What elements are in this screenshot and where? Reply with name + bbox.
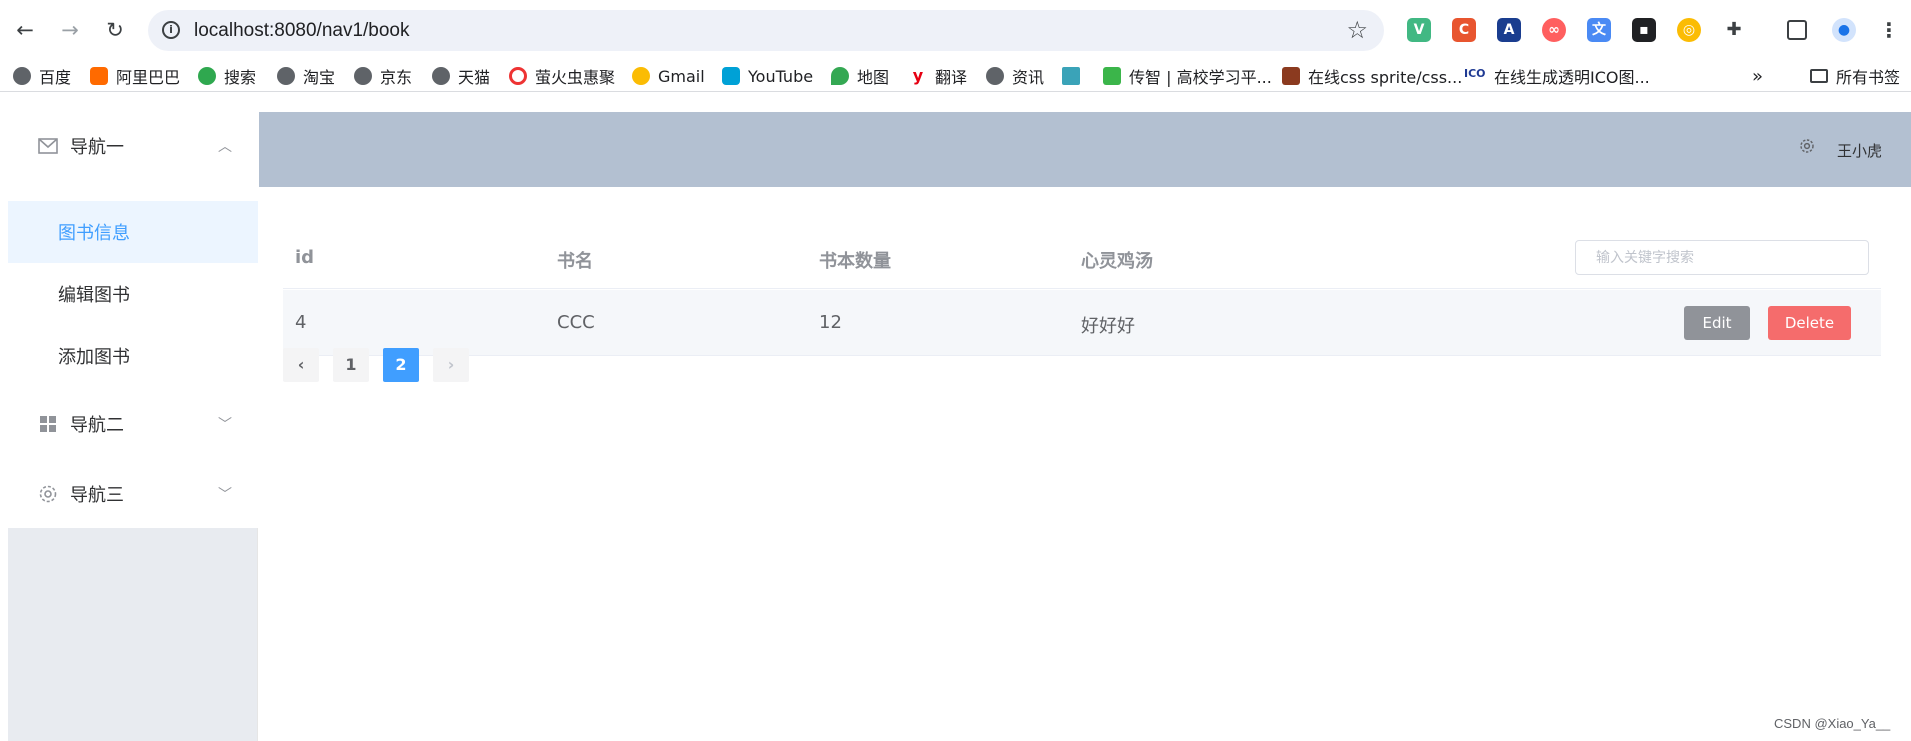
chevron-down-icon: ﹀	[218, 417, 232, 433]
bookmark-item[interactable]: 萤火虫惠聚	[509, 65, 615, 87]
edit-button[interactable]: Edit	[1684, 306, 1750, 340]
bilibili-icon	[722, 67, 740, 85]
extension-a-icon[interactable]: A	[1497, 18, 1521, 42]
bookmark-item[interactable]: 在线css sprite/css...	[1282, 65, 1462, 87]
app-container: 导航一 ︿ 图书信息 编辑图书 添加图书 导航二 ﹀ 导航三 ﹀ 王小虎 id …	[8, 112, 1911, 741]
folder-icon	[1810, 69, 1828, 83]
column-header-id: id	[295, 247, 315, 268]
cell-name: CCC	[557, 312, 595, 333]
submenu-nav2-label: 导航二	[70, 415, 124, 436]
firefly-icon	[509, 67, 527, 85]
globe-icon	[986, 67, 1004, 85]
bookmark-item[interactable]: 天猫	[432, 65, 490, 87]
url-text[interactable]: localhost:8080/nav1/book	[194, 20, 410, 42]
cell-count: 12	[819, 312, 842, 333]
bookmark-item[interactable]: 百度	[13, 65, 71, 87]
extensions-puzzle-icon[interactable]: ✚	[1722, 18, 1746, 42]
leaf-icon	[1062, 67, 1080, 85]
profile-avatar-icon[interactable]: ●	[1832, 18, 1856, 42]
extension-c-icon[interactable]: C	[1452, 18, 1476, 42]
side-menu: 导航一 ︿ 图书信息 编辑图书 添加图书 导航二 ﹀ 导航三 ﹀	[8, 112, 258, 528]
column-header-count: 书本数量	[819, 251, 891, 272]
bookmarks-overflow-button[interactable]: »	[1752, 65, 1763, 87]
next-page-button[interactable]: ›	[433, 348, 469, 382]
cell-id: 4	[295, 312, 307, 333]
submenu-nav2[interactable]: 导航二 ﹀	[8, 390, 258, 458]
translate-icon[interactable]: 文	[1587, 18, 1611, 42]
side-panel-icon[interactable]	[1787, 20, 1807, 40]
bookmark-item[interactable]	[1062, 65, 1080, 87]
main-content: 王小虎 id 书名 书本数量 心灵鸡汤 输入关键字搜索 4 CCC 12 好好好…	[259, 112, 1911, 741]
column-header-name: 书名	[557, 251, 593, 272]
extension-b-icon[interactable]: ▪	[1632, 18, 1656, 42]
bookmark-item[interactable]: ICO 在线生成透明ICO图...	[1464, 65, 1650, 87]
extension-infinity-icon[interactable]: ∞	[1542, 18, 1566, 42]
bookmark-item[interactable]: y 翻译	[909, 65, 967, 87]
menu-item-edit-book[interactable]: 编辑图书	[8, 263, 258, 325]
submenu-nav3[interactable]: 导航三 ﹀	[8, 460, 258, 528]
table-row: 4 CCC 12 好好好 Edit Delete	[283, 290, 1881, 356]
submenu-nav3-label: 导航三	[70, 485, 124, 506]
chevron-up-icon: ︿	[218, 139, 232, 155]
all-bookmarks-folder[interactable]: 所有书签	[1810, 65, 1900, 87]
gear-icon	[38, 484, 58, 504]
bookmark-item[interactable]: 搜索	[198, 65, 256, 87]
chevron-down-icon: ﹀	[218, 487, 232, 503]
submenu-nav1[interactable]: 导航一 ︿	[8, 112, 258, 180]
globe-icon	[354, 67, 372, 85]
submenu-nav1-label: 导航一	[70, 137, 124, 158]
mail-icon	[38, 136, 58, 156]
page-button[interactable]: 1	[333, 348, 369, 382]
css-sprite-icon	[1282, 67, 1300, 85]
alibaba-icon	[90, 67, 108, 85]
table-header: id 书名 书本数量 心灵鸡汤 输入关键字搜索	[283, 225, 1881, 289]
sidebar: 导航一 ︿ 图书信息 编辑图书 添加图书 导航二 ﹀ 导航三 ﹀	[8, 112, 258, 741]
back-icon[interactable]: ←	[10, 15, 40, 45]
username: 王小虎	[1837, 142, 1883, 160]
extension-color-icon[interactable]: ◎	[1677, 18, 1701, 42]
browser-toolbar: ← → ↻ i localhost:8080/nav1/book ☆ V C A…	[0, 0, 1911, 60]
prev-page-button[interactable]: ‹	[283, 348, 319, 382]
bookmark-item[interactable]: 淘宝	[277, 65, 335, 87]
bookmark-item[interactable]: 京东	[354, 65, 412, 87]
bookmark-item[interactable]: Gmail	[632, 65, 705, 87]
delete-button[interactable]: Delete	[1768, 306, 1851, 340]
graduation-cap-icon	[1103, 67, 1121, 85]
globe-icon	[13, 67, 31, 85]
bookmark-item[interactable]: 地图	[831, 65, 889, 87]
bookmark-item[interactable]: 传智 | 高校学习平...	[1103, 65, 1272, 87]
watermark: CSDN @Xiao_Ya__	[1774, 716, 1891, 731]
page-button-current[interactable]: 2	[383, 348, 419, 382]
bookmark-item[interactable]: 资讯	[986, 65, 1044, 87]
gmail-icon	[632, 67, 650, 85]
cell-soup: 好好好	[1081, 316, 1135, 337]
globe-icon	[432, 67, 450, 85]
menu-item-add-book[interactable]: 添加图书	[8, 325, 258, 387]
search-site-icon	[198, 67, 216, 85]
bookmark-star-icon[interactable]: ☆	[1346, 16, 1368, 44]
vue-devtools-icon[interactable]: V	[1407, 18, 1431, 42]
address-bar[interactable]: i localhost:8080/nav1/book ☆	[148, 10, 1384, 51]
forward-icon[interactable]: →	[55, 15, 85, 45]
globe-icon	[277, 67, 295, 85]
maps-icon	[831, 67, 849, 85]
settings-icon[interactable]	[1799, 138, 1815, 158]
bookmark-item[interactable]: YouTube	[722, 65, 813, 87]
grid-icon	[38, 414, 58, 434]
column-header-soup: 心灵鸡汤	[1081, 251, 1153, 272]
bookmarks-bar: 百度 阿里巴巴 搜索 淘宝 京东 天猫 萤火虫惠聚 Gmail YouTube …	[0, 60, 1911, 92]
page-header: 王小虎	[259, 112, 1911, 187]
menu-item-book-info[interactable]: 图书信息	[8, 201, 258, 263]
reload-icon[interactable]: ↻	[100, 15, 130, 45]
browser-menu-icon[interactable]: ⋮	[1877, 18, 1901, 42]
bookmark-item[interactable]: 阿里巴巴	[90, 65, 180, 87]
site-info-icon[interactable]: i	[162, 21, 180, 39]
search-input[interactable]: 输入关键字搜索	[1575, 240, 1869, 275]
